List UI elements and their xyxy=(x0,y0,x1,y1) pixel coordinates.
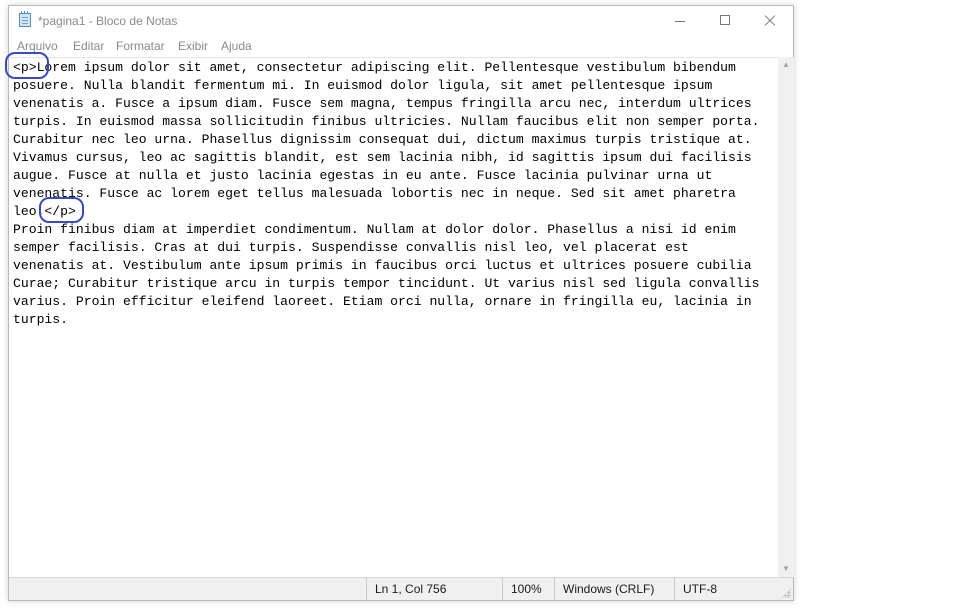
text-line: <p>Lorem ipsum dolor sit amet, consectet… xyxy=(13,60,736,75)
minimize-button[interactable] xyxy=(658,6,703,36)
text-line: turpis. In euismod massa sollicitudin fi… xyxy=(13,114,760,129)
notepad-window: *pagina1 - Bloco de Notas Arquivo Editar… xyxy=(8,5,794,601)
scroll-up-arrow-icon[interactable]: ▲ xyxy=(778,57,794,73)
status-cursor-position: Ln 1, Col 756 xyxy=(366,578,502,600)
text-line: leo.</p> xyxy=(13,204,76,219)
text-line: Curae; Curabitur tristique arcu in turpi… xyxy=(13,276,760,291)
text-line: venenatis a. Fusce a ipsum diam. Fusce s… xyxy=(13,96,752,111)
status-bar: Ln 1, Col 756 100% Windows (CRLF) UTF-8 xyxy=(9,577,793,600)
highlight-close-p-tag xyxy=(39,197,84,223)
resize-grip-icon[interactable] xyxy=(781,588,791,598)
text-line: turpis. xyxy=(13,312,69,327)
menu-item-formatar[interactable]: Formatar xyxy=(116,39,165,53)
notepad-icon xyxy=(19,11,31,27)
status-line-ending: Windows (CRLF) xyxy=(554,578,674,600)
highlight-open-p-tag xyxy=(5,52,49,79)
text-line: Vivamus cursus, leo ac sagittis blandit,… xyxy=(13,150,752,165)
close-button[interactable] xyxy=(748,6,793,36)
window-title: *pagina1 - Bloco de Notas xyxy=(38,14,178,28)
text-line: venenatis. Fusce ac lorem eget tellus ma… xyxy=(13,186,736,201)
text-line: venenatis at. Vestibulum ante ipsum prim… xyxy=(13,258,752,273)
editor-content[interactable]: <p>Lorem ipsum dolor sit amet, consectet… xyxy=(13,59,777,329)
text-line: augue. Fusce at nulla et justo lacinia e… xyxy=(13,168,713,183)
vertical-scrollbar[interactable]: ▲ ▼ xyxy=(778,57,794,577)
scroll-down-arrow-icon[interactable]: ▼ xyxy=(778,561,794,577)
text-line: Proin finibus diam at imperdiet condimen… xyxy=(13,222,736,237)
maximize-icon xyxy=(720,15,730,25)
text-line: posuere. Nulla blandit fermentum mi. In … xyxy=(13,78,713,93)
text-editor[interactable]: <p>Lorem ipsum dolor sit amet, consectet… xyxy=(9,57,778,578)
menu-item-arquivo[interactable]: Arquivo xyxy=(17,39,58,53)
status-encoding: UTF-8 xyxy=(674,578,778,600)
text-line: Curabitur nec leo urna. Phasellus dignis… xyxy=(13,132,752,147)
menu-item-exibir[interactable]: Exibir xyxy=(178,39,208,53)
text-line: varius. Proin efficitur eleifend laoreet… xyxy=(13,294,752,309)
status-zoom: 100% xyxy=(502,578,554,600)
title-bar[interactable]: *pagina1 - Bloco de Notas xyxy=(9,6,793,36)
maximize-button[interactable] xyxy=(703,6,748,36)
close-icon xyxy=(764,15,776,27)
menu-item-ajuda[interactable]: Ajuda xyxy=(221,39,252,53)
menu-item-editar[interactable]: Editar xyxy=(73,39,104,53)
minimize-icon xyxy=(675,21,685,22)
menu-bar: Arquivo Editar Formatar Exibir Ajuda xyxy=(9,36,793,56)
text-line: semper facilisis. Cras at dui turpis. Su… xyxy=(13,240,689,255)
